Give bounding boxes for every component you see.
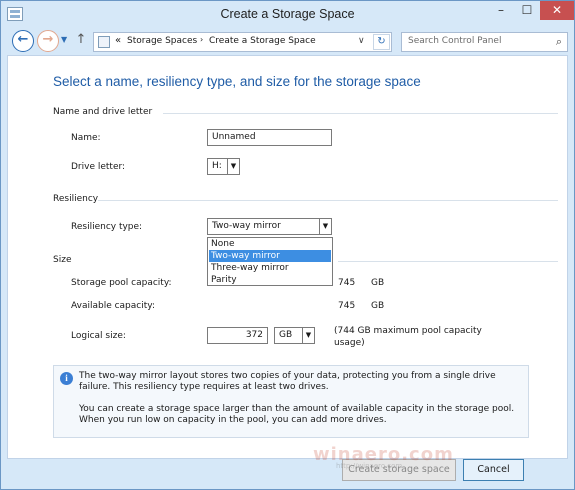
section-divider	[338, 261, 558, 262]
option-none[interactable]: None	[209, 238, 331, 250]
resiliency-type-label: Resiliency type:	[71, 222, 143, 232]
breadcrumb-create-storage-space[interactable]: Create a Storage Space	[209, 36, 316, 46]
logical-size-note: (744 GB maximum pool capacity usage)	[334, 326, 482, 348]
search-placeholder: Search Control Panel	[408, 36, 502, 46]
section-name-drive: Name and drive letter	[53, 107, 153, 117]
resiliency-type-select[interactable]: Two-way mirror	[207, 218, 320, 235]
create-storage-space-window: Create a Storage Space – ☐ ✕ ← → ▼ ↑ « S…	[0, 0, 575, 490]
info-paragraph-capacity: You can create a storage space larger th…	[79, 404, 515, 425]
back-button[interactable]: ←	[12, 30, 34, 52]
available-capacity-label: Available capacity:	[71, 301, 155, 311]
available-capacity-unit: GB	[371, 301, 385, 311]
breadcrumb-separator[interactable]: ›	[200, 35, 203, 44]
dialog-footer: Create storage space Cancel	[1, 459, 574, 489]
title-bar: Create a Storage Space – ☐ ✕	[1, 1, 574, 29]
logical-size-label: Logical size:	[71, 331, 126, 341]
search-icon[interactable]: ⌕	[556, 35, 562, 49]
section-divider	[98, 200, 558, 201]
name-input[interactable]: Unnamed	[207, 129, 332, 146]
maximize-button[interactable]: ☐	[514, 1, 540, 20]
refresh-button[interactable]: ↻	[373, 34, 390, 50]
resiliency-type-dropdown-button[interactable]: ▼	[319, 218, 332, 235]
logical-size-unit-select[interactable]: GB	[274, 327, 303, 344]
address-history-dropdown[interactable]: ∨	[358, 36, 365, 46]
resiliency-type-options-list: None Two-way mirror Three-way mirror Par…	[207, 237, 333, 286]
option-parity[interactable]: Parity	[209, 274, 331, 286]
resiliency-info-box: i The two-way mirror layout stores two c…	[53, 365, 529, 438]
address-overflow-chevron[interactable]: «	[115, 35, 121, 46]
option-two-way-mirror[interactable]: Two-way mirror	[209, 250, 331, 262]
address-bar[interactable]: « Storage Spaces › Create a Storage Spac…	[93, 32, 392, 52]
storage-pool-capacity-unit: GB	[371, 278, 385, 288]
up-button[interactable]: ↑	[74, 33, 88, 47]
storage-pool-capacity-value: 745	[338, 278, 356, 288]
name-label: Name:	[71, 133, 101, 143]
drive-letter-dropdown-button[interactable]: ▼	[227, 158, 240, 175]
storage-pool-capacity-label: Storage pool capacity:	[71, 278, 172, 288]
control-panel-icon	[98, 36, 110, 48]
option-three-way-mirror[interactable]: Three-way mirror	[209, 262, 331, 274]
minimize-button[interactable]: –	[488, 1, 514, 20]
section-resiliency: Resiliency	[53, 194, 99, 204]
drive-letter-label: Drive letter:	[71, 162, 126, 172]
navigation-bar: ← → ▼ ↑ « Storage Spaces › Create a Stor…	[1, 29, 574, 55]
available-capacity-value: 745	[338, 301, 356, 311]
drive-letter-select[interactable]: H:	[207, 158, 228, 175]
close-button[interactable]: ✕	[540, 1, 574, 20]
section-divider	[163, 113, 558, 114]
search-box[interactable]: Search Control Panel ⌕	[401, 32, 568, 52]
page-heading: Select a name, resiliency type, and size…	[53, 74, 421, 89]
info-icon: i	[60, 372, 73, 385]
recent-locations-dropdown[interactable]: ▼	[61, 35, 67, 44]
info-paragraph-resiliency: The two-way mirror layout stores two cop…	[79, 371, 496, 392]
section-size: Size	[53, 255, 72, 265]
logical-size-unit-dropdown-button[interactable]: ▼	[302, 327, 315, 344]
main-content: Select a name, resiliency type, and size…	[7, 55, 568, 459]
forward-button[interactable]: →	[37, 30, 59, 52]
cancel-button[interactable]: Cancel	[463, 459, 524, 481]
breadcrumb-storage-spaces[interactable]: Storage Spaces	[127, 36, 197, 46]
logical-size-input[interactable]: 372	[207, 327, 268, 344]
watermark-url: http://winaero.com	[336, 462, 403, 470]
